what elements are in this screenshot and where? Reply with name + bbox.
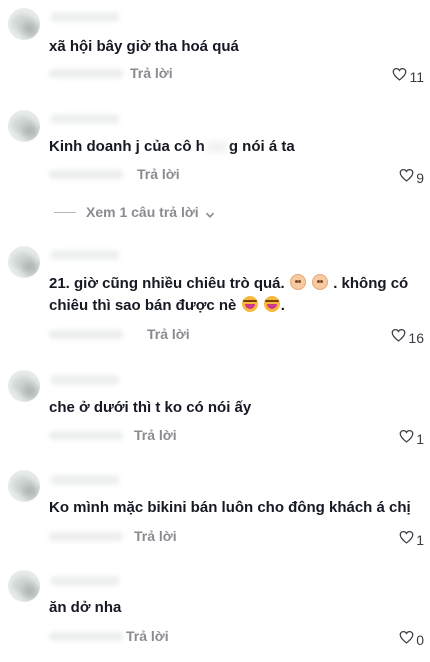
emoji-face-icon	[289, 274, 306, 290]
comment-date-blurred	[49, 632, 123, 641]
username-blurred	[50, 475, 120, 485]
like-button[interactable]: 0	[399, 630, 424, 649]
like-button[interactable]: 16	[391, 328, 424, 347]
heart-outline-icon	[399, 429, 414, 448]
comment-date-blurred	[49, 330, 123, 339]
like-count: 1	[416, 531, 424, 548]
username-blurred	[50, 375, 120, 385]
divider	[54, 211, 76, 213]
reply-button[interactable]: Trả lời	[130, 65, 173, 81]
username-blurred	[50, 576, 120, 586]
heart-outline-icon	[391, 328, 406, 347]
avatar[interactable]	[8, 110, 40, 142]
avatar[interactable]	[8, 470, 40, 502]
comment-date-blurred	[49, 431, 123, 440]
comment-text: xã hội bây giờ tha hoá quá	[49, 38, 239, 55]
like-count: 11	[409, 68, 424, 85]
like-count: 1	[416, 430, 424, 447]
chevron-down-icon	[205, 207, 215, 218]
comment-text: ăn dở nha	[49, 599, 122, 616]
avatar[interactable]	[8, 370, 40, 402]
comment-date-blurred	[49, 69, 123, 78]
comment-text: Kinh doanh j của cô hg nói á ta	[49, 138, 295, 155]
comment-text: Ko mình mặc bikini bán luôn cho đông khá…	[49, 499, 411, 516]
avatar[interactable]	[8, 8, 40, 40]
avatar[interactable]	[8, 570, 40, 602]
like-count: 16	[408, 329, 424, 346]
reply-button[interactable]: Trả lời	[134, 427, 177, 443]
comment-date-blurred	[49, 532, 123, 541]
emoji-face-icon	[312, 274, 329, 290]
heart-outline-icon	[399, 530, 414, 549]
reply-button[interactable]: Trả lời	[126, 628, 169, 644]
avatar[interactable]	[8, 246, 40, 278]
like-count: 9	[416, 169, 424, 186]
like-button[interactable]: 9	[399, 168, 424, 187]
view-replies-button[interactable]: Xem 1 câu trả lời	[54, 204, 215, 220]
username-blurred	[50, 12, 120, 22]
reply-button[interactable]: Trả lời	[147, 326, 190, 342]
comment-text: che ở dưới thì t ko có nói ấy	[49, 399, 252, 416]
view-replies-label: Xem 1 câu trả lời	[86, 204, 199, 220]
heart-outline-icon	[399, 630, 414, 649]
emoji-laugh-icon	[241, 296, 258, 312]
like-count: 0	[416, 631, 424, 648]
emoji-laugh-icon	[263, 296, 280, 312]
reply-button[interactable]: Trả lời	[134, 528, 177, 544]
reply-button[interactable]: Trả lời	[137, 166, 180, 182]
like-button[interactable]: 1	[399, 429, 424, 448]
heart-outline-icon	[392, 67, 407, 86]
username-blurred	[50, 250, 120, 260]
heart-outline-icon	[399, 168, 414, 187]
comment-date-blurred	[49, 170, 123, 179]
username-blurred	[50, 114, 120, 124]
like-button[interactable]: 11	[392, 67, 424, 86]
like-button[interactable]: 1	[399, 530, 424, 549]
comment-text: 21. giờ cũng nhiều chiêu trò quá. . khôn…	[49, 274, 409, 314]
blurred-region	[206, 141, 227, 154]
